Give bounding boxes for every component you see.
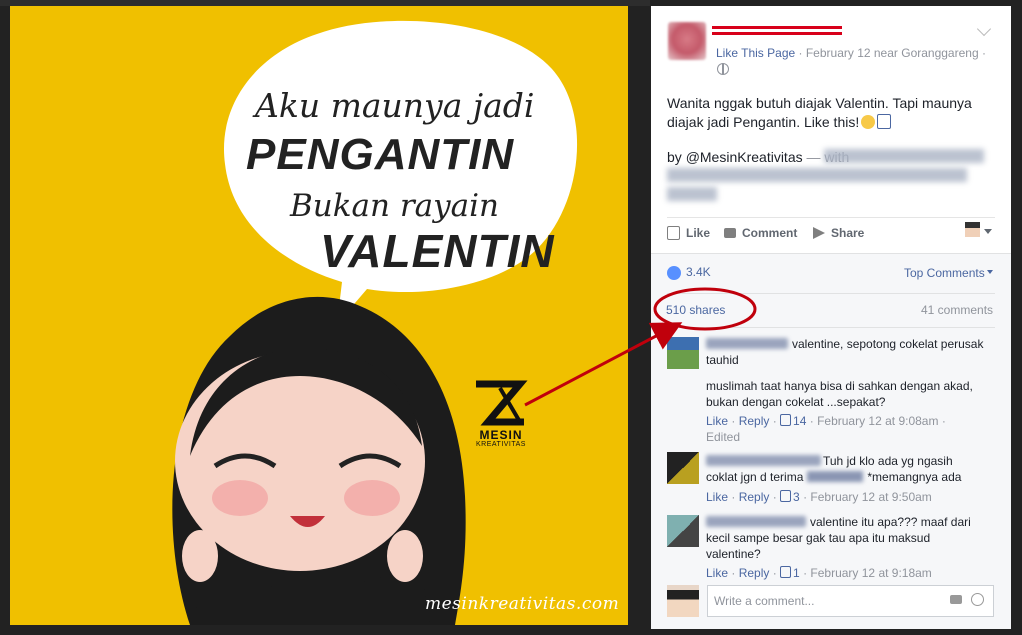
grin-emoji-icon	[861, 115, 876, 129]
comment-edited[interactable]: Edited	[706, 430, 740, 444]
emoji-icon[interactable]	[971, 593, 984, 606]
comment-actions: Like · Reply · 1 · February 12 at 9:18am	[706, 566, 932, 580]
user-avatar[interactable]	[667, 585, 699, 617]
watermark: mesinkreativitas.com	[425, 594, 620, 614]
post-photo[interactable]: Aku maunya jadi PENGANTIN Bukan rayain V…	[10, 6, 628, 625]
comment-like-link[interactable]: Like	[706, 490, 728, 504]
comment-actions: Like · Reply · 3 · February 12 at 9:50am	[706, 490, 932, 504]
post-meta: Like This Page · February 12 near Gorang…	[716, 46, 986, 60]
chevron-down-icon[interactable]	[976, 21, 992, 37]
globe-icon	[717, 63, 729, 75]
comment-time[interactable]: February 12 at 9:50am	[810, 490, 931, 504]
caret-down-icon	[987, 270, 993, 274]
comment-like-count[interactable]: 1	[793, 566, 800, 580]
comment-text: coklat jgn d terima *memangnya ada	[706, 470, 962, 484]
author-handle[interactable]: @MesinKreativitas	[686, 149, 803, 165]
comment-reply-link[interactable]: Reply	[739, 566, 770, 580]
commenter-avatar[interactable]	[667, 337, 699, 369]
comment-like-count[interactable]: 3	[793, 490, 800, 504]
quote-line-2: PENGANTIN	[246, 130, 515, 179]
comment-like-link[interactable]: Like	[706, 566, 728, 580]
top-comments-dropdown[interactable]: Top Comments	[904, 266, 985, 280]
page-name-redacted[interactable]	[712, 23, 842, 35]
mention-blurred	[807, 471, 864, 482]
like-this-page-link[interactable]: Like This Page	[716, 46, 795, 60]
comment-time[interactable]: February 12 at 9:18am	[810, 566, 931, 580]
comment-placeholder: Write a comment...	[714, 594, 815, 608]
like-count-icon	[667, 266, 681, 280]
shares-count[interactable]: 510 shares	[666, 303, 725, 317]
comment-reply-link[interactable]: Reply	[739, 414, 770, 428]
comment-text: valentine itu apa??? maaf dari kecil sam…	[706, 515, 971, 561]
like-icon	[667, 226, 680, 240]
like-count[interactable]: 3.4K	[686, 265, 711, 279]
tagged-names-blurred	[667, 187, 717, 201]
hijab-girl-illustration	[172, 296, 466, 625]
caret-down-icon[interactable]	[984, 229, 992, 234]
comment-text: valentine, sepotong cokelat perusak tauh…	[706, 337, 984, 367]
comment-actions: Like · Reply · 14 · February 12 at 9:08a…	[706, 414, 946, 428]
commenter-avatar[interactable]	[667, 515, 699, 547]
logo-text-kreativitas: KREATIVITAS	[476, 441, 526, 448]
commenter-name-blurred[interactable]	[706, 455, 821, 466]
comment-text: Tuh jd klo ada yg ngasih	[823, 454, 953, 468]
thumbs-up-emoji-icon	[877, 114, 892, 129]
camera-icon[interactable]	[950, 595, 962, 604]
actor-avatar[interactable]	[965, 222, 980, 237]
comment-like-count[interactable]: 14	[793, 414, 806, 428]
post-sidebar: Like This Page · February 12 near Gorang…	[651, 6, 1011, 629]
comment-reply-link[interactable]: Reply	[739, 490, 770, 504]
divider	[667, 293, 995, 294]
quote-line-1: Aku maunya jadi	[255, 86, 535, 125]
thumbs-up-icon	[780, 414, 792, 426]
quote-line-4: VALENTIN	[320, 225, 555, 277]
share-button[interactable]: Share	[813, 226, 864, 240]
tagged-names-blurred	[824, 149, 984, 163]
logo-text-mesin: MESIN	[479, 428, 523, 442]
comment-icon	[724, 228, 736, 238]
tagged-names-blurred	[667, 168, 967, 182]
commenter-avatar[interactable]	[667, 452, 699, 484]
comment-button[interactable]: Comment	[724, 226, 797, 240]
divider	[667, 327, 995, 328]
quote-line-3: Bukan rayain	[290, 188, 500, 224]
comment-text: muslimah taat hanya bisa di sahkan denga…	[706, 379, 973, 409]
comment-like-link[interactable]: Like	[706, 414, 728, 428]
page-avatar[interactable]	[668, 22, 706, 60]
share-icon	[813, 227, 825, 239]
comments-count[interactable]: 41 comments	[921, 303, 993, 317]
post-message: Wanita nggak butuh diajak Valentin. Tapi…	[667, 95, 972, 130]
thumbs-up-icon	[780, 566, 792, 578]
post-author-line: by @MesinKreativitas — with	[667, 149, 849, 165]
post-date-location[interactable]: February 12 near Goranggareng	[806, 46, 979, 60]
like-button[interactable]: Like	[667, 226, 710, 240]
write-comment-input[interactable]: Write a comment...	[707, 585, 994, 617]
thumbs-up-icon	[780, 490, 792, 502]
comment-time[interactable]: February 12 at 9:08am	[817, 414, 938, 428]
divider	[667, 217, 995, 218]
